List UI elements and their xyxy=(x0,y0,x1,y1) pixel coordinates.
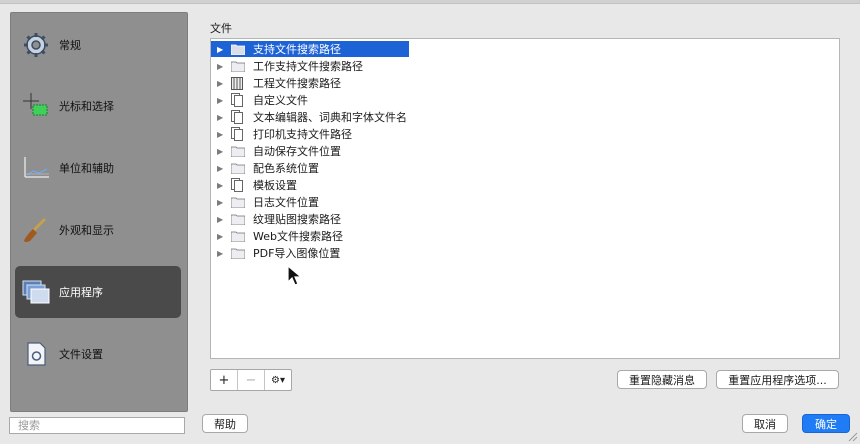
tree-row[interactable]: ▶ 纹理贴图搜索路径 xyxy=(211,211,341,227)
tree-row-label: 模板设置 xyxy=(253,179,297,192)
file-tree[interactable]: ▶ 支持文件搜索路径 ▶ 工作支持文件搜索路径 ▶ 工程文件搜索路径 ▶ 自定义… xyxy=(210,38,840,359)
ok-button[interactable]: 确定 xyxy=(802,414,850,433)
disclosure-triangle-icon[interactable]: ▶ xyxy=(217,232,225,241)
paintbrush-icon xyxy=(21,215,51,245)
gear-menu-button[interactable]: ⚙▾ xyxy=(265,370,291,390)
reset-hidden-messages-button[interactable]: 重置隐藏消息 xyxy=(617,370,707,389)
tree-row[interactable]: ▶ 模板设置 xyxy=(211,177,297,193)
folder-icon xyxy=(231,59,247,73)
folder-icon xyxy=(231,246,247,260)
units-icon xyxy=(21,153,51,183)
tree-row-label: Web文件搜索路径 xyxy=(253,230,343,243)
tree-row-label: PDF导入图像位置 xyxy=(253,247,341,260)
search-input[interactable] xyxy=(9,417,185,434)
resize-grip-icon[interactable] xyxy=(846,430,858,442)
disclosure-triangle-icon[interactable]: ▶ xyxy=(217,45,225,54)
tree-row-label: 配色系统位置 xyxy=(253,162,319,175)
tree-row[interactable]: ▶ 自动保存文件位置 xyxy=(211,143,341,159)
tree-row[interactable]: ▶ 工作支持文件搜索路径 xyxy=(211,58,363,74)
tree-row[interactable]: ▶ 日志文件位置 xyxy=(211,194,319,210)
disclosure-triangle-icon[interactable]: ▶ xyxy=(217,79,225,88)
tree-row-label: 工程文件搜索路径 xyxy=(253,77,341,90)
cabinet-icon xyxy=(231,76,247,90)
folder-icon xyxy=(231,144,247,158)
disclosure-triangle-icon[interactable]: ▶ xyxy=(217,130,225,139)
sidebar-item-application[interactable]: 应用程序 xyxy=(15,266,181,318)
folder-icon xyxy=(231,195,247,209)
disclosure-triangle-icon[interactable]: ▶ xyxy=(217,215,225,224)
folder-icon xyxy=(231,229,247,243)
sidebar-item-cursor-selection[interactable]: 光标和选择 xyxy=(15,80,181,132)
tree-row-label: 自定义文件 xyxy=(253,94,308,107)
tree-row-label: 支持文件搜索路径 xyxy=(253,43,341,56)
sidebar-item-label: 应用程序 xyxy=(59,286,103,299)
tree-row[interactable]: ▶ 工程文件搜索路径 xyxy=(211,75,341,91)
tree-row[interactable]: ▶ 自定义文件 xyxy=(211,92,308,108)
disclosure-triangle-icon[interactable]: ▶ xyxy=(217,96,225,105)
section-title: 文件 xyxy=(210,22,232,35)
disclosure-triangle-icon[interactable]: ▶ xyxy=(217,249,225,258)
tree-row[interactable]: ▶ 配色系统位置 xyxy=(211,160,319,176)
document-icon xyxy=(231,127,247,141)
disclosure-triangle-icon[interactable]: ▶ xyxy=(217,62,225,71)
sidebar: 常规 光标和选择 单位和辅助 外观和显示 应用程序 文件设置 xyxy=(10,12,188,412)
tree-row[interactable]: ▶ 打印机支持文件路径 xyxy=(211,126,352,142)
window-top-edge xyxy=(0,0,860,4)
sidebar-item-label: 常规 xyxy=(59,39,81,52)
document-icon xyxy=(231,110,247,124)
folder-icon xyxy=(231,212,247,226)
tree-row[interactable]: ▶ 文本编辑器、词典和字体文件名 xyxy=(211,109,407,125)
mouse-pointer-icon xyxy=(287,264,303,286)
cancel-button[interactable]: 取消 xyxy=(742,414,788,433)
tree-row[interactable]: ▶ PDF导入图像位置 xyxy=(211,245,340,261)
folder-icon xyxy=(231,161,247,175)
sidebar-item-label: 文件设置 xyxy=(59,348,103,361)
tree-row-label: 纹理贴图搜索路径 xyxy=(253,213,341,226)
application-windows-icon xyxy=(21,277,51,307)
sidebar-item-general[interactable]: 常规 xyxy=(15,19,181,71)
tree-row-label: 打印机支持文件路径 xyxy=(253,128,352,141)
reset-app-options-button[interactable]: 重置应用程序选项... xyxy=(716,370,839,389)
sidebar-item-label: 外观和显示 xyxy=(59,224,114,237)
tree-row[interactable]: ▶ 支持文件搜索路径 xyxy=(211,41,409,57)
tree-row[interactable]: ▶ Web文件搜索路径 xyxy=(211,228,343,244)
add-button[interactable]: + xyxy=(211,370,238,390)
tree-row-label: 工作支持文件搜索路径 xyxy=(253,60,363,73)
sidebar-item-label: 单位和辅助 xyxy=(59,162,114,175)
help-button[interactable]: 帮助 xyxy=(202,414,248,433)
tree-row-label: 自动保存文件位置 xyxy=(253,145,341,158)
tree-row-label: 文本编辑器、词典和字体文件名 xyxy=(253,111,407,124)
gear-icon xyxy=(21,30,51,60)
sidebar-item-file-settings[interactable]: 文件设置 xyxy=(15,328,181,380)
disclosure-triangle-icon[interactable]: ▶ xyxy=(217,198,225,207)
disclosure-triangle-icon[interactable]: ▶ xyxy=(217,113,225,122)
tree-row-label: 日志文件位置 xyxy=(253,196,319,209)
sidebar-item-appearance[interactable]: 外观和显示 xyxy=(15,204,181,256)
document-icon xyxy=(231,93,247,107)
cursor-select-icon xyxy=(21,91,51,121)
document-icon xyxy=(231,178,247,192)
disclosure-triangle-icon[interactable]: ▶ xyxy=(217,147,225,156)
disclosure-triangle-icon[interactable]: ▶ xyxy=(217,164,225,173)
folder-icon xyxy=(231,42,247,56)
sidebar-item-units[interactable]: 单位和辅助 xyxy=(15,142,181,194)
file-settings-icon xyxy=(21,339,51,369)
disclosure-triangle-icon[interactable]: ▶ xyxy=(217,181,225,190)
add-remove-control: + − ⚙▾ xyxy=(210,369,292,391)
sidebar-item-label: 光标和选择 xyxy=(59,100,114,113)
remove-button[interactable]: − xyxy=(238,370,265,390)
